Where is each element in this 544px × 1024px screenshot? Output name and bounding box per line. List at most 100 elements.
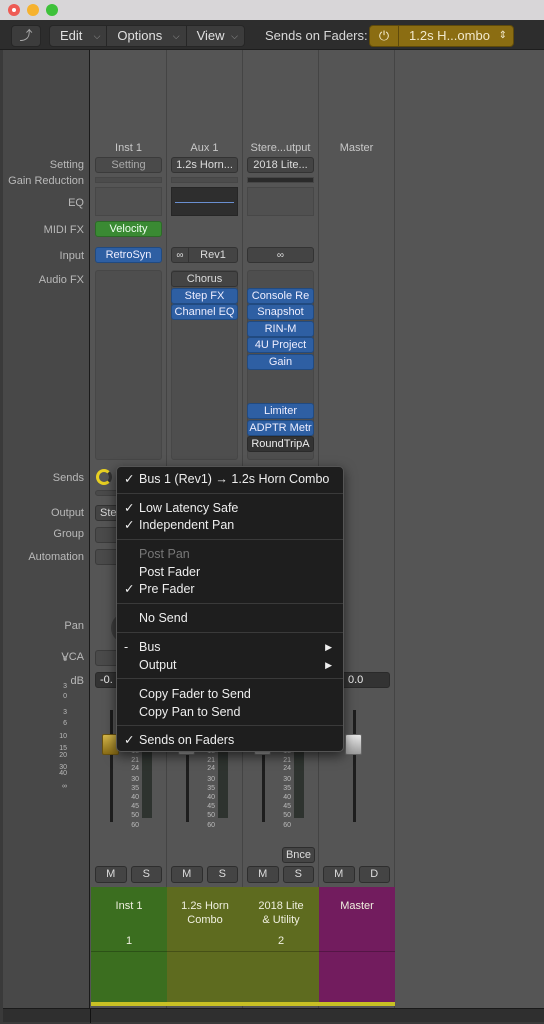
audio-fx-slot[interactable]: Limiter [247, 403, 314, 419]
menu-item-bus1[interactable]: ✓ Bus 1 (Rev1) → 1.2s Horn Combo [117, 470, 343, 488]
menu-item-independent-pan[interactable]: ✓ Independent Pan [117, 516, 343, 534]
track-name: 2018 Lite & Utility [258, 900, 304, 926]
audio-fx-area[interactable] [95, 270, 162, 460]
scale-label: 3 [63, 683, 67, 690]
scale-label: 10 [59, 733, 67, 740]
view-menu[interactable]: View ⌵ [187, 26, 244, 46]
audio-fx-slot[interactable]: 4U Project [247, 337, 314, 353]
menu-separator [117, 493, 343, 494]
solo-button[interactable]: S [206, 866, 238, 883]
menu-item-output[interactable]: Output ▶ [117, 656, 343, 674]
track-name-area[interactable]: 2018 Lite & Utility 2 [243, 887, 319, 952]
mute-button[interactable]: M [171, 866, 203, 883]
input-slot[interactable]: ∞ [247, 247, 314, 263]
menu-item-copy-pan-to-send[interactable]: Copy Pan to Send [117, 703, 343, 721]
edit-menu[interactable]: Edit ⌵ [50, 26, 108, 46]
zoom-button[interactable] [46, 4, 58, 16]
stereo-link-icon: ∞ [276, 250, 285, 261]
updown-chevron-icon: ⇕ [498, 30, 507, 41]
setting-button[interactable]: 1.2s Horn... [171, 157, 238, 173]
sends-on-faders-select[interactable]: ⏻ 1.2s H...ombo ⇕ [369, 25, 514, 47]
meter-scale-label: 45 [207, 803, 215, 810]
menu-item-label: Bus [139, 640, 161, 654]
track-color-area [91, 952, 167, 1002]
menu-separator [117, 725, 343, 726]
track-color-bar [91, 1002, 167, 1006]
chevron-down-icon: ⌵ [93, 31, 101, 41]
sends-on-faders-label: Sends on Faders: [265, 28, 368, 43]
power-icon[interactable]: ⏻ [370, 26, 399, 46]
title-bar [0, 0, 544, 20]
setting-button[interactable]: Setting [95, 157, 162, 173]
track-name: Master [340, 900, 374, 912]
menu-item-post-fader[interactable]: Post Fader [117, 563, 343, 581]
bounce-button[interactable]: Bnce [282, 847, 315, 863]
midi-fx-slot[interactable]: Velocity [95, 221, 162, 237]
sends-on-faders-value[interactable]: 1.2s H...ombo ⇕ [399, 26, 513, 46]
send-knob[interactable] [96, 469, 112, 485]
menu-separator [117, 632, 343, 633]
audio-fx-slot[interactable]: Console Re [247, 288, 314, 304]
input-slot[interactable]: RetroSyn [95, 247, 162, 263]
meter-scale-label: 30 [283, 776, 291, 783]
menu-item-no-send[interactable]: No Send [117, 609, 343, 627]
scale-label: ∞ [62, 783, 67, 790]
mute-button[interactable]: M [323, 866, 355, 883]
mute-button[interactable]: M [247, 866, 279, 883]
track-color-bar [167, 1002, 243, 1006]
label-midi-fx: MIDI FX [43, 224, 84, 236]
scale-label: 6 [63, 656, 67, 663]
row-labels: Setting Gain Reduction EQ MIDI FX Input … [3, 50, 90, 1008]
scale-label: 15 [59, 745, 67, 752]
menu-item-bus[interactable]: - Bus ▶ [117, 638, 343, 656]
setting-button[interactable]: 2018 Lite... [247, 157, 314, 173]
meter-scale-label: 50 [207, 812, 215, 819]
track-name-area[interactable]: Inst 1 1 [91, 887, 167, 952]
strip-name: Master [339, 142, 374, 154]
label-automation: Automation [28, 551, 84, 563]
eq-thumbnail[interactable] [247, 187, 314, 216]
solo-button[interactable]: S [130, 866, 162, 883]
options-menu[interactable]: Options ⌵ [107, 26, 187, 46]
fader-handle[interactable] [345, 734, 362, 755]
audio-fx-slot[interactable]: Gain [247, 354, 314, 370]
checkmark-icon: ✓ [124, 733, 135, 747]
audio-fx-slot[interactable]: Snapshot [247, 304, 314, 320]
mute-button[interactable]: M [95, 866, 127, 883]
menu-item-label: Sends on Faders [139, 733, 235, 747]
dim-button[interactable]: D [358, 866, 390, 883]
menu-item-pre-fader[interactable]: ✓ Pre Fader [117, 580, 343, 598]
options-menu-label: Options [117, 28, 163, 43]
mute-solo-row: M S [247, 866, 314, 883]
audio-fx-slot[interactable]: ADPTR Metr [247, 420, 314, 436]
audio-fx-slot[interactable]: Channel EQ [171, 304, 238, 320]
audio-fx-slot[interactable]: RIN-M [247, 321, 314, 337]
menu-item-low-latency-safe[interactable]: ✓ Low Latency Safe [117, 499, 343, 517]
eq-thumbnail[interactable] [171, 187, 238, 216]
checkmark-icon: ✓ [124, 472, 135, 486]
label-input: Input [59, 250, 84, 262]
back-button[interactable]: ⤴ [11, 25, 41, 47]
audio-fx-slot[interactable]: Step FX [171, 288, 238, 304]
scale-label: 0 [63, 693, 67, 700]
fader-track [353, 710, 356, 822]
chevron-down-icon: ⌵ [172, 31, 180, 41]
solo-button[interactable]: S [282, 866, 314, 883]
meter-scale-label: 35 [131, 785, 139, 792]
checkmark-icon: ✓ [124, 582, 135, 596]
send-context-menu: ✓ Bus 1 (Rev1) → 1.2s Horn Combo ✓ Low Lat… [116, 466, 344, 752]
close-button[interactable] [8, 4, 20, 16]
label-pan: Pan [64, 620, 84, 632]
input-slot[interactable]: ∞ Rev1 [171, 247, 238, 263]
audio-fx-slot[interactable]: RoundTripA [247, 436, 314, 452]
track-name-area[interactable]: Master [319, 887, 395, 952]
bottom-bar [3, 1008, 544, 1023]
audio-fx-slot[interactable]: Chorus [171, 271, 238, 287]
eq-thumbnail[interactable] [95, 187, 162, 216]
menu-item-label: Post Fader [139, 565, 201, 579]
menu-item-sends-on-faders[interactable]: ✓ Sends on Faders [117, 731, 343, 749]
menu-item-copy-fader-to-send[interactable]: Copy Fader to Send [117, 685, 343, 703]
menu-item-label: Output [139, 658, 177, 672]
track-name-area[interactable]: 1.2s Horn Combo [167, 887, 243, 952]
minimize-button[interactable] [27, 4, 39, 16]
